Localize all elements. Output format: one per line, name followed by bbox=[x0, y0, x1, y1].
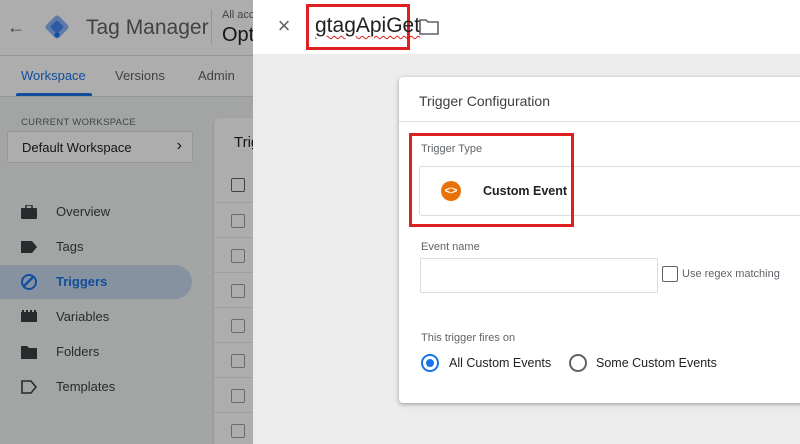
card-divider bbox=[399, 121, 800, 122]
some-custom-events-label[interactable]: Some Custom Events bbox=[596, 356, 717, 370]
trigger-editor-sheet: × gtagApiGet Trigger Configuration Trigg… bbox=[253, 0, 800, 444]
sheet-header: × gtagApiGet bbox=[253, 0, 800, 54]
event-name-label: Event name bbox=[421, 241, 480, 253]
trigger-type-highlight bbox=[409, 133, 574, 227]
fires-on-label: This trigger fires on bbox=[421, 332, 516, 344]
regex-checkbox[interactable] bbox=[662, 266, 678, 282]
event-name-input[interactable] bbox=[420, 258, 658, 293]
all-custom-events-label[interactable]: All Custom Events bbox=[449, 356, 551, 370]
trigger-name[interactable]: gtagApiGet bbox=[315, 14, 420, 38]
regex-label: Use regex matching bbox=[682, 268, 780, 280]
close-icon[interactable]: × bbox=[273, 15, 295, 37]
trigger-configuration-card[interactable]: Trigger Configuration Trigger Type <> Cu… bbox=[399, 77, 800, 403]
folder-icon[interactable] bbox=[419, 19, 439, 35]
some-custom-events-radio[interactable] bbox=[569, 354, 587, 372]
all-custom-events-radio[interactable] bbox=[421, 354, 439, 372]
card-title: Trigger Configuration bbox=[419, 93, 550, 109]
